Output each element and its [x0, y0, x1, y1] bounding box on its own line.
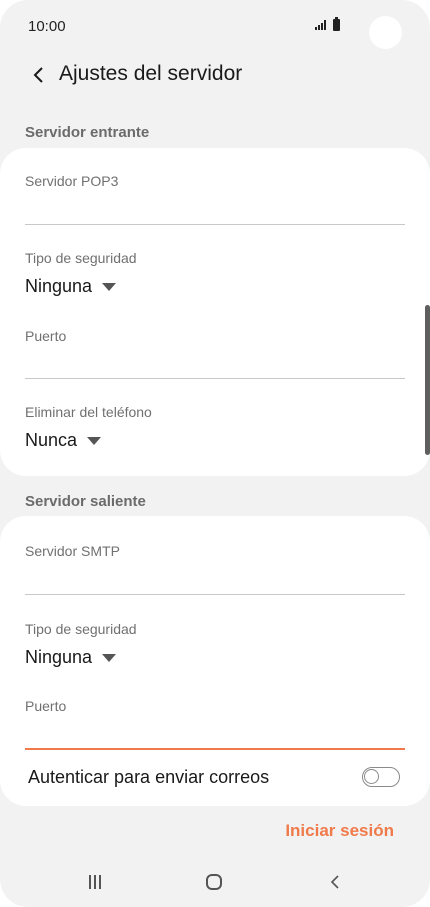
delete-from-phone-label: Eliminar del teléfono: [25, 404, 152, 420]
camera-cutout: [369, 16, 402, 49]
signal-icon: [315, 20, 326, 30]
status-bar: 10:00: [0, 0, 430, 56]
incoming-server-card: Servidor POP3 Tipo de seguridad Ninguna …: [0, 148, 430, 476]
home-icon[interactable]: [206, 874, 222, 890]
delete-from-phone-dropdown[interactable]: Nunca: [25, 430, 102, 451]
auth-send-toggle[interactable]: [362, 767, 400, 787]
outgoing-port-input[interactable]: [25, 718, 405, 750]
page-title: Ajustes del servidor: [59, 62, 243, 85]
incoming-security-dropdown[interactable]: Ninguna: [25, 276, 117, 297]
chevron-left-icon[interactable]: [28, 64, 50, 86]
signin-button[interactable]: Iniciar sesión: [285, 821, 394, 841]
outgoing-security-dropdown[interactable]: Ninguna: [25, 647, 117, 668]
caret-down-icon: [102, 653, 117, 662]
status-time: 10:00: [28, 18, 66, 35]
app-header: Ajustes del servidor: [0, 56, 430, 96]
battery-icon: [333, 17, 340, 31]
incoming-port-label: Puerto: [25, 328, 67, 344]
caret-down-icon: [87, 436, 102, 445]
outgoing-section-label: Servidor saliente: [25, 493, 146, 510]
outgoing-security-label: Tipo de seguridad: [25, 621, 137, 637]
incoming-section-label: Servidor entrante: [25, 124, 150, 141]
navigation-bar: [0, 860, 430, 907]
caret-down-icon: [102, 282, 117, 291]
outgoing-server-card: Servidor SMTP Tipo de seguridad Ninguna …: [0, 516, 430, 806]
incoming-security-value: Ninguna: [25, 276, 93, 296]
back-icon[interactable]: [328, 874, 344, 890]
pop3-server-input[interactable]: [25, 194, 405, 225]
smtp-server-label: Servidor SMTP: [25, 543, 120, 559]
phone-screen: 10:00 Ajustes del servidor Servidor entr…: [0, 0, 430, 907]
pop3-server-label: Servidor POP3: [25, 173, 119, 189]
delete-from-phone-value: Nunca: [25, 430, 78, 450]
toggle-knob: [364, 769, 379, 784]
outgoing-security-value: Ninguna: [25, 647, 93, 667]
incoming-port-input[interactable]: [25, 348, 405, 379]
smtp-server-input[interactable]: [25, 564, 405, 595]
recent-apps-icon[interactable]: [87, 875, 103, 889]
auth-send-label: Autenticar para enviar correos: [28, 767, 270, 787]
scrollbar[interactable]: [425, 305, 430, 455]
outgoing-port-label: Puerto: [25, 698, 67, 714]
incoming-security-label: Tipo de seguridad: [25, 250, 137, 266]
